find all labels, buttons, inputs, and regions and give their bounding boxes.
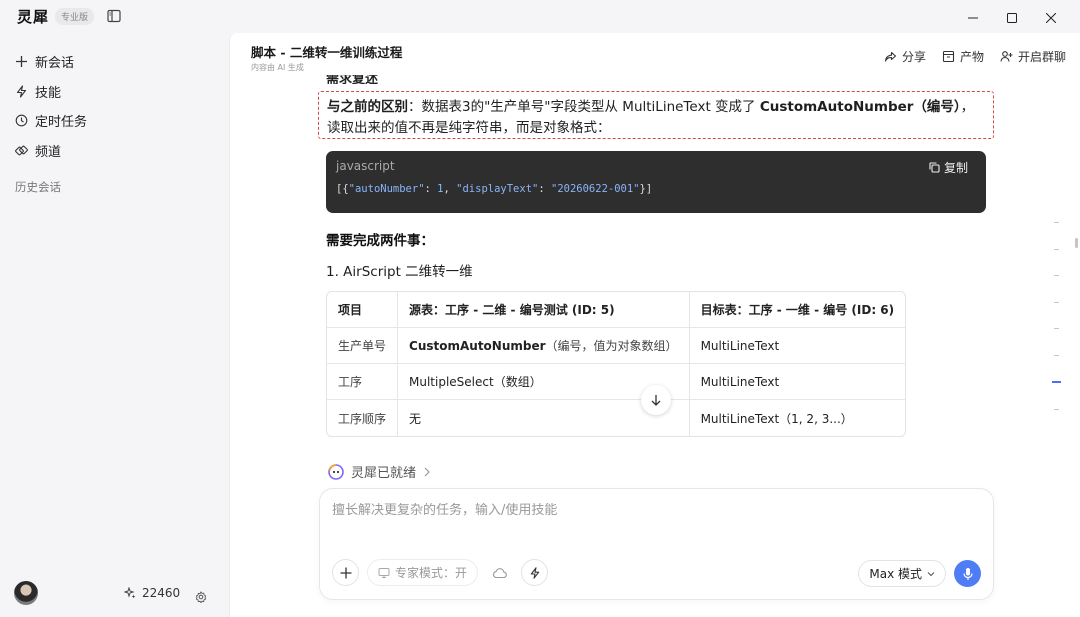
field-comparison-table: 项目 源表：工序 - 二维 - 编号测试 (ID: 5) 目标表：工序 - 一维… <box>326 291 907 437</box>
sidebar-footer: 22460 <box>0 578 228 610</box>
minimize-icon[interactable] <box>953 10 992 26</box>
message-input[interactable] <box>332 503 972 518</box>
box-icon <box>942 50 955 63</box>
avatar[interactable] <box>14 581 38 605</box>
outline-navigator[interactable] <box>1052 222 1062 435</box>
copy-label: 复制 <box>943 161 968 175</box>
table-cell: MultiLineText <box>689 328 906 364</box>
sidebar: 灵犀 专业版 新会话 技能 定时任务 频道 历史会话 22460 <box>0 0 228 617</box>
highlight-lead: 与之前的区别 <box>327 99 408 115</box>
sidebar-item-scheduled-tasks[interactable]: 定时任务 <box>14 106 214 136</box>
brand: 灵犀 专业版 <box>17 6 95 27</box>
table-cell: MultiLineText（1, 2, 3...） <box>700 411 853 426</box>
plan-badge: 专业版 <box>55 8 95 25</box>
add-people-icon <box>1000 50 1013 63</box>
ai-generated-note: 内容由 AI 生成 <box>251 63 304 72</box>
history-section-label: 历史会话 <box>15 180 61 194</box>
model-mode-select[interactable]: Max 模式 <box>858 560 946 587</box>
plus-icon <box>14 55 28 69</box>
table-header-cell: 目标表：工序 - 一维 - 编号 (ID: 6) <box>689 292 906 328</box>
header-actions: 分享 产物 开启群聊 <box>884 48 1066 65</box>
sidebar-item-skills[interactable]: 技能 <box>14 77 214 107</box>
table-cell: 工序顺序 <box>327 400 399 436</box>
artifacts-label: 产物 <box>959 50 984 64</box>
code-line: [{"autoNumber": 1, "displayText": "20260… <box>336 183 653 195</box>
group-chat-label: 开启群聊 <box>1017 50 1066 64</box>
plus-icon <box>340 567 351 578</box>
highlighted-paragraph: 与之前的区别：数据表3的"生产单号"字段类型从 MultiLineText 变成… <box>318 91 994 139</box>
close-icon[interactable] <box>1031 10 1070 26</box>
app-name: 灵犀 <box>17 8 50 26</box>
voice-input-button[interactable] <box>954 560 981 587</box>
code-language: javascript <box>336 159 395 173</box>
lightning-icon <box>14 84 28 98</box>
sidebar-item-label: 定时任务 <box>35 115 88 131</box>
table-cell-strong: CustomAutoNumber <box>409 339 546 353</box>
need-heading: 需要完成两件事： <box>326 233 434 249</box>
arrow-down-icon <box>651 395 661 406</box>
table-header-cell: 项目 <box>327 292 399 328</box>
group-chat-button[interactable]: 开启群聊 <box>1000 48 1066 65</box>
chat-title[interactable]: 脚本 - 二维转一维训练过程 <box>251 42 402 61</box>
sidebar-item-channels[interactable]: 频道 <box>14 136 214 166</box>
skills-button[interactable] <box>521 559 549 586</box>
expert-mode-label: 专家模式：开 <box>395 566 468 580</box>
scroll-to-bottom-button[interactable] <box>641 385 671 415</box>
sidebar-item-new-chat[interactable]: 新会话 <box>14 47 214 77</box>
chat-header: 脚本 - 二维转一维训练过程 内容由 AI 生成 分享 产物 开启群聊 <box>230 33 1080 77</box>
chevron-down-icon <box>927 571 935 576</box>
sidebar-toggle-icon[interactable] <box>107 8 121 23</box>
table-row: 工序 MultipleSelect（数组） MultiLineText <box>327 364 906 400</box>
expert-mode-toggle[interactable]: 专家模式：开 <box>367 559 479 586</box>
mode-label: Max 模式 <box>869 567 922 581</box>
table-header-cell: 源表：工序 - 二维 - 编号测试 (ID: 5) <box>398 292 690 328</box>
chevron-right-icon <box>424 467 430 476</box>
copy-code-button[interactable]: 复制 <box>929 159 968 176</box>
cloud-icon[interactable] <box>486 559 513 586</box>
sidebar-nav: 新会话 技能 定时任务 频道 <box>14 47 214 165</box>
copy-icon <box>929 162 940 173</box>
share-icon <box>884 50 897 63</box>
settings-gear-icon[interactable] <box>195 588 207 604</box>
table-row: 工序顺序 无 MultiLineText（1, 2, 3...） <box>327 400 905 436</box>
channel-icon <box>14 144 28 158</box>
assistant-logo-icon <box>328 463 344 480</box>
table-cell-note: （编号，值为对象数组） <box>545 339 678 353</box>
points-value: 22460 <box>142 586 181 600</box>
composer: 专家模式：开 Max 模式 <box>319 488 994 600</box>
table-cell: CustomAutoNumber（编号，值为对象数组） <box>398 328 690 364</box>
table-row: 生产单号 CustomAutoNumber（编号，值为对象数组） MultiLi… <box>327 328 906 364</box>
table-cell: MultiLineText <box>689 364 906 400</box>
lightning-icon <box>530 566 539 579</box>
table-cell: 工序 <box>327 364 399 400</box>
artifacts-button[interactable]: 产物 <box>942 48 984 65</box>
monitor-icon <box>378 567 390 579</box>
composer-tools: 专家模式：开 <box>332 559 549 586</box>
clock-icon <box>14 114 28 128</box>
highlight-text: ：数据表3的"生产单号"字段类型从 MultiLineText 变成了 <box>408 99 760 115</box>
highlight-strong: CustomAutoNumber（编号） <box>759 99 961 115</box>
microphone-icon <box>962 567 973 580</box>
code-block: javascript 复制 [{"autoNumber": 1, "displa… <box>326 151 986 213</box>
share-label: 分享 <box>901 50 926 64</box>
maximize-icon[interactable] <box>992 10 1031 26</box>
section-heading: 需求复述 <box>326 75 379 84</box>
table-cell: 生产单号 <box>327 328 399 364</box>
sidebar-item-label: 频道 <box>35 145 62 161</box>
scrollbar-thumb[interactable] <box>1075 238 1078 248</box>
status-text: 灵犀已就绪 <box>351 466 417 481</box>
window-controls <box>953 10 1070 26</box>
attach-button[interactable] <box>332 559 359 586</box>
agent-status[interactable]: 灵犀已就绪 <box>328 462 431 481</box>
sidebar-item-label: 新会话 <box>35 56 75 72</box>
table-header-row: 项目 源表：工序 - 二维 - 编号测试 (ID: 5) 目标表：工序 - 一维… <box>327 292 906 328</box>
points-counter[interactable]: 22460 <box>123 586 181 600</box>
chat-panel: 脚本 - 二维转一维训练过程 内容由 AI 生成 分享 产物 开启群聊 需求复述… <box>229 33 1080 617</box>
sparkle-icon <box>123 586 136 599</box>
step-1-text: 1. AirScript 二维转一维 <box>326 264 473 280</box>
sidebar-item-label: 技能 <box>35 85 62 101</box>
share-button[interactable]: 分享 <box>884 48 926 65</box>
